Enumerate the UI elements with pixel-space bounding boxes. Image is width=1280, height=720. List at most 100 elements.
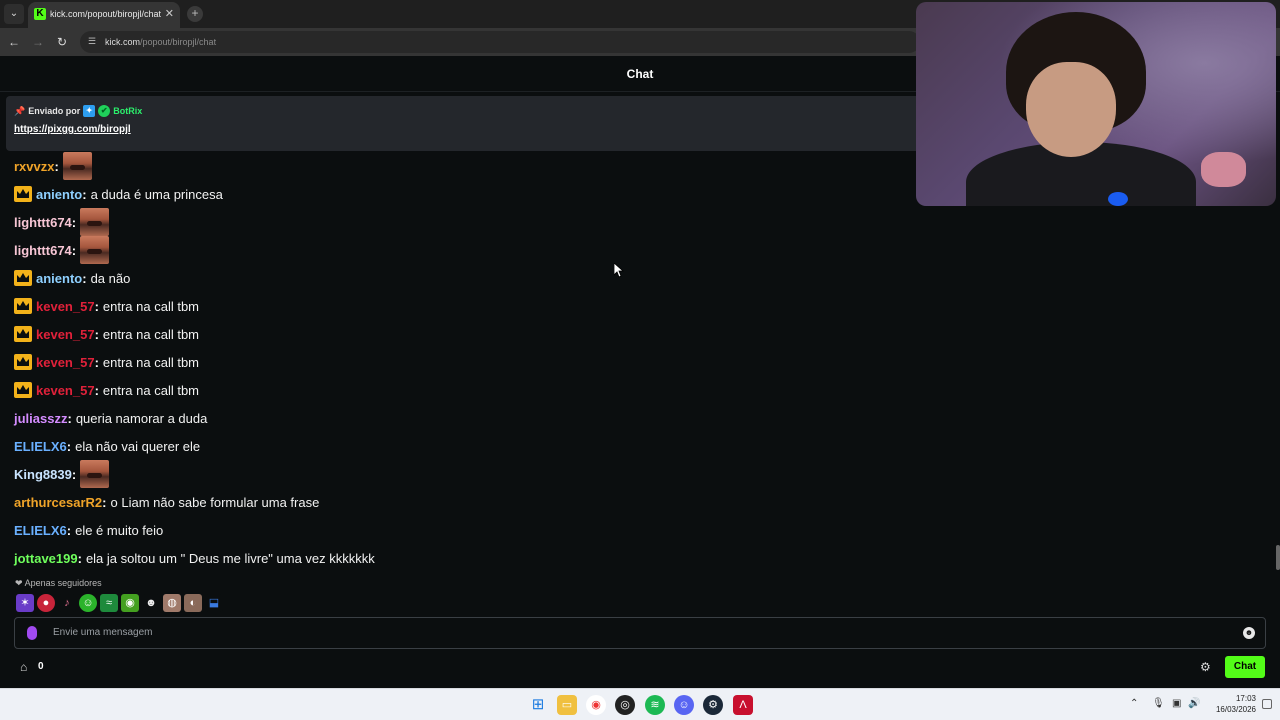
chat-username[interactable]: arthurcesarR2 — [14, 495, 102, 510]
chat-separator: : — [71, 466, 77, 482]
chat-message: lighttt674: — [14, 208, 110, 236]
chat-separator: : — [94, 326, 99, 342]
quick-emote-icon[interactable]: ☺ — [79, 594, 97, 612]
chat-username[interactable]: keven_57 — [36, 355, 95, 370]
chat-message: keven_57: entra na call tbm — [14, 292, 199, 320]
chat-username[interactable]: ELIELX6 — [14, 523, 67, 538]
quick-emote-icon[interactable]: ◉ — [121, 594, 139, 612]
chat-separator: : — [94, 382, 99, 398]
quick-emote-icon[interactable]: ♪ — [58, 594, 76, 612]
chat-message-text: entra na call tbm — [102, 354, 200, 370]
volume-tray-icon[interactable]: 🔊 — [1188, 698, 1200, 709]
taskbar-clock[interactable]: 17:03 16/03/2026 — [1206, 693, 1256, 715]
emoji-picker-icon[interactable]: ☻ — [1243, 627, 1255, 639]
subscriber-crown-icon[interactable] — [14, 270, 32, 286]
chat-separator: : — [82, 270, 87, 286]
subscriber-crown-icon[interactable] — [14, 354, 32, 370]
riot-vanguard-icon[interactable]: Λ — [733, 695, 753, 715]
chat-emote-icon[interactable] — [80, 208, 110, 236]
chat-scrollbar[interactable] — [1276, 545, 1280, 570]
quick-emote-icon[interactable]: ✶ — [16, 594, 34, 612]
spotify-icon[interactable]: ≋ — [645, 695, 665, 715]
kick-favicon-icon: K — [34, 8, 46, 20]
url-domain: kick.com — [105, 37, 141, 47]
chat-username[interactable]: keven_57 — [36, 327, 95, 342]
chat-message: ELIELX6: ela não vai querer ele — [14, 432, 200, 460]
subscriber-crown-icon[interactable] — [14, 382, 32, 398]
chat-message: aniento: a duda é uma princesa — [14, 180, 223, 208]
url-text: kick.com/popout/biropjl/chat — [105, 37, 216, 47]
channel-points-count: 0 — [38, 661, 44, 672]
tab-search-button[interactable]: ⌄ — [4, 4, 24, 24]
chat-emote-icon[interactable] — [80, 460, 110, 488]
subscriber-crown-icon[interactable] — [14, 326, 32, 342]
windows-start-icon[interactable]: ⊞ — [528, 695, 548, 715]
chat-message: keven_57: entra na call tbm — [14, 320, 199, 348]
network-tray-icon[interactable]: ▣ — [1172, 698, 1181, 709]
chat-message: keven_57: entra na call tbm — [14, 348, 199, 376]
quick-emote-icon[interactable]: ⬓ — [205, 594, 223, 612]
site-info-icon[interactable]: ☰ — [88, 36, 96, 47]
chat-username[interactable]: keven_57 — [36, 299, 95, 314]
chat-message-text: entra na call tbm — [102, 382, 200, 398]
webcam-person-face — [1026, 62, 1116, 157]
quick-emote-bar: ✶ ● ♪ ☺ ≈ ◉ ☻ ◍ ◐ ⬓ — [16, 594, 223, 612]
discord-icon[interactable]: ☺ — [674, 695, 694, 715]
mic-icon[interactable] — [27, 626, 37, 640]
quick-emote-icon[interactable]: ☻ — [142, 594, 160, 612]
webcam-overlay — [916, 2, 1276, 206]
chrome-icon[interactable]: ◉ — [586, 695, 606, 715]
quick-emote-icon[interactable]: ● — [37, 594, 55, 612]
chat-emote-icon[interactable] — [80, 236, 110, 264]
quick-emote-icon[interactable]: ◍ — [163, 594, 181, 612]
pinned-link[interactable]: https://pixgg.com/biropjl — [14, 124, 131, 135]
file-explorer-icon[interactable]: ▭ — [557, 695, 577, 715]
chat-message: keven_57: entra na call tbm — [14, 376, 199, 404]
chat-username[interactable]: jottave199 — [14, 551, 78, 566]
chat-username[interactable]: lighttt674 — [14, 243, 72, 258]
pin-icon: 📌 — [14, 105, 26, 116]
chat-username[interactable]: aniento — [36, 271, 82, 286]
obs-icon[interactable]: ◎ — [615, 695, 635, 715]
quick-emote-icon[interactable]: ≈ — [100, 594, 118, 612]
chat-separator: : — [66, 522, 72, 538]
channel-points-icon[interactable]: ⌂ — [20, 660, 27, 674]
quick-emote-icon[interactable]: ◐ — [184, 594, 202, 612]
pinned-bot-name[interactable]: BotRix — [113, 106, 142, 116]
new-tab-button[interactable]: + — [187, 6, 203, 22]
reload-icon[interactable]: ↻ — [54, 34, 70, 50]
chat-username[interactable]: aniento — [36, 187, 82, 202]
browser-tab[interactable]: K kick.com/popout/biropjl/chat ✕ — [28, 2, 180, 28]
back-arrow-icon[interactable]: ← — [6, 34, 22, 50]
steam-icon[interactable]: ⚙ — [703, 695, 723, 715]
pinned-sent-by: Enviado por — [28, 106, 81, 116]
webcam-plush-toy — [1201, 152, 1246, 187]
settings-gear-icon[interactable]: ⚙ — [1200, 660, 1211, 674]
tray-chevron-icon[interactable]: ⌃ — [1130, 698, 1138, 709]
notifications-icon[interactable] — [1262, 699, 1272, 709]
chat-username[interactable]: King8839 — [14, 467, 72, 482]
followers-only-label: ❤ Apenas seguidores — [15, 578, 102, 589]
chat-message: arthurcesarR2: o Liam não sabe formular u… — [14, 488, 319, 516]
chat-username[interactable]: keven_57 — [36, 383, 95, 398]
chat-username[interactable]: ELIELX6 — [14, 439, 67, 454]
subscriber-crown-icon[interactable] — [14, 186, 32, 202]
chat-message: lighttt674: — [14, 236, 110, 264]
taskbar-date: 16/03/2026 — [1215, 705, 1256, 714]
verified-badge-icon: ✔ — [98, 105, 111, 117]
chat-username[interactable]: lighttt674 — [14, 215, 72, 230]
microphone-tray-icon[interactable]: 🎙 — [1152, 698, 1165, 709]
forward-arrow-icon[interactable]: → — [30, 34, 46, 50]
chat-username[interactable]: rxvvzx — [14, 159, 54, 174]
chat-emote-icon[interactable] — [62, 152, 92, 180]
chat-username[interactable]: juliasszz — [14, 411, 67, 426]
chat-message: juliasszz: queria namorar a duda — [14, 404, 207, 432]
tab-close-icon[interactable]: ✕ — [165, 7, 174, 20]
chat-bottom-bar: ⌂ 0 ⚙ Chat — [0, 654, 1280, 680]
subscriber-crown-icon[interactable] — [14, 298, 32, 314]
chat-message-input[interactable]: Envie uma mensagem ☻ — [14, 617, 1266, 649]
address-bar[interactable]: ☰ kick.com/popout/biropjl/chat — [80, 31, 920, 53]
chat-message: ELIELX6: ele é muito feio — [14, 516, 163, 544]
chat-message: aniento: da não — [14, 264, 130, 292]
send-chat-button[interactable]: Chat — [1225, 656, 1265, 678]
